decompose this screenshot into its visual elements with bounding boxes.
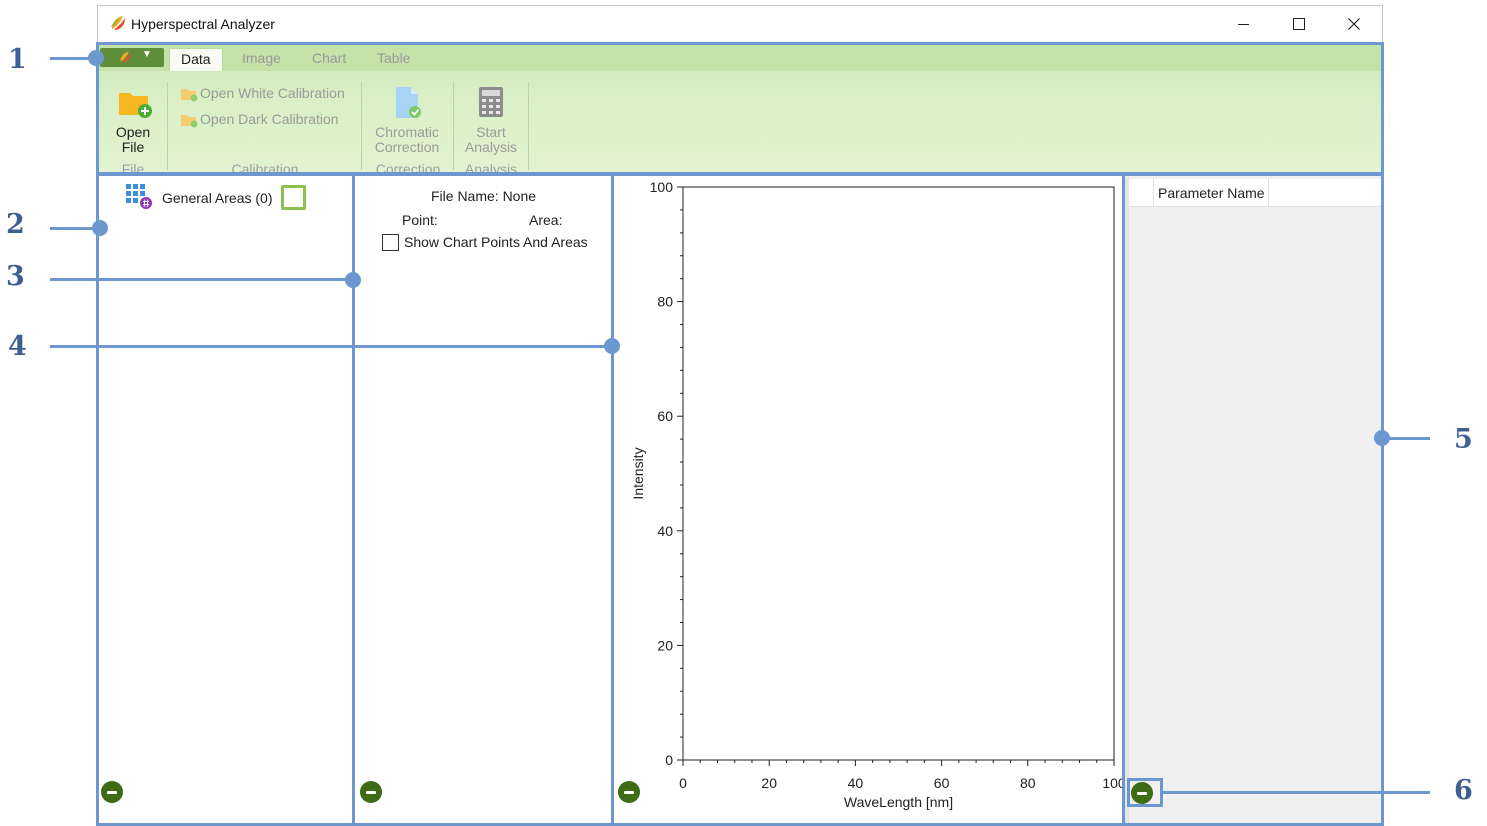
folder-small-icon (181, 115, 198, 128)
start-analysis-button[interactable]: Start Analysis (460, 82, 522, 156)
tab-data[interactable]: Data (169, 48, 223, 71)
chromatic-correction-label: Chromatic Correction (374, 124, 440, 155)
column-header-parameter-name[interactable]: Parameter Name (1154, 179, 1269, 206)
y-tick-label: 80 (657, 294, 673, 310)
y-tick-label: 100 (650, 179, 674, 195)
ribbon-separator (361, 82, 362, 170)
app-menu-button[interactable]: ▼ (100, 48, 164, 67)
x-tick-label: 0 (679, 775, 687, 791)
callout-number-6: 6 (1454, 775, 1473, 806)
callout-number-1: 1 (8, 44, 27, 75)
x-tick-label: 40 (848, 775, 864, 791)
areas-panel: General Areas (0) (98, 175, 353, 825)
x-tick-label: 60 (934, 775, 950, 791)
info-panel: File Name: None Point: Area: Show Chart … (355, 175, 611, 825)
chart-panel: 0 20 40 60 80 100 0 20 40 60 80 100 WaveLength [nm] I… (613, 175, 1122, 825)
app-logo-icon (111, 16, 125, 30)
callout-number-2: 2 (6, 209, 25, 240)
window-title: Hyperspectral Analyzer (131, 16, 275, 32)
close-icon (1348, 18, 1360, 30)
callout-dot-1 (88, 50, 104, 66)
y-tick-label: 60 (657, 408, 673, 424)
plot-area (682, 186, 1115, 761)
parameter-name-header-label: Parameter Name (1158, 185, 1265, 201)
show-chart-points-checkbox[interactable] (382, 234, 399, 251)
ribbon-separator (167, 82, 168, 170)
ribbon-separator (453, 82, 454, 170)
minimize-icon (1237, 23, 1249, 25)
maximize-icon (1293, 18, 1305, 30)
general-areas-label: General Areas (0) (162, 190, 273, 206)
tab-image[interactable]: Image (242, 50, 281, 66)
callout-number-4: 4 (8, 331, 27, 362)
x-tick-label: 100 (1102, 775, 1122, 791)
open-file-label: Open File (115, 124, 151, 155)
callout-line-4 (50, 345, 613, 348)
x-tick-label: 80 (1020, 775, 1036, 791)
remove-chart-series-button[interactable] (618, 781, 640, 803)
open-white-calibration-label: Open White Calibration (200, 85, 345, 101)
x-axis-title: WaveLength [nm] (844, 794, 953, 810)
parameters-table-header: Parameter Name (1128, 179, 1381, 207)
open-dark-calibration-button[interactable]: Open Dark Calibration (180, 110, 352, 130)
table-left-gutter (1125, 177, 1129, 825)
app-menu-logo-icon (120, 51, 131, 63)
open-file-button[interactable]: Open File (110, 82, 156, 156)
callout-dot-5 (1374, 430, 1390, 446)
tab-table[interactable]: Table (377, 50, 410, 66)
point-label: Point: (402, 212, 438, 228)
ribbon-tab-strip: ▼ Data Image Chart Table (98, 44, 1382, 71)
callout-dot-2 (92, 220, 108, 236)
folder-small-icon (181, 89, 198, 102)
callout-dot-3 (345, 272, 361, 288)
callout-line-3 (50, 278, 353, 281)
remove-point-button[interactable] (360, 781, 382, 803)
remove-area-button[interactable] (101, 781, 123, 803)
callout-number-5: 5 (1454, 424, 1473, 455)
spectrum-chart[interactable]: 0 20 40 60 80 100 0 20 40 60 80 100 WaveLength [nm] I… (613, 175, 1122, 825)
start-analysis-label: Start Analysis (464, 124, 518, 155)
callout-number-3: 3 (6, 261, 25, 292)
remove-parameter-button[interactable] (1131, 782, 1153, 804)
close-button[interactable] (1331, 6, 1377, 42)
ribbon: ▼ Data Image Chart Table Open File File … (98, 44, 1382, 177)
tab-chart[interactable]: Chart (312, 50, 346, 66)
y-axis-title: Intensity (630, 447, 646, 499)
callout-line-6 (1162, 791, 1430, 794)
chevron-down-icon: ▼ (142, 49, 152, 60)
maximize-button[interactable] (1276, 6, 1322, 42)
row-header-corner (1128, 179, 1154, 206)
open-white-calibration-button[interactable]: Open White Calibration (180, 84, 352, 104)
callout-dot-4 (604, 338, 620, 354)
area-color-swatch[interactable] (281, 185, 306, 210)
document-check-icon (396, 87, 421, 118)
callout-line-5 (1383, 437, 1430, 440)
title-bar: Hyperspectral Analyzer (98, 6, 1382, 42)
file-name-label: File Name: None (431, 188, 537, 204)
ribbon-separator (528, 82, 529, 170)
show-chart-points-label: Show Chart Points And Areas (404, 234, 588, 250)
calculator-icon (479, 87, 503, 117)
x-tick-label: 20 (761, 775, 777, 791)
minimize-button[interactable] (1220, 6, 1266, 42)
y-tick-label: 40 (657, 523, 673, 539)
folder-add-icon (119, 93, 152, 118)
y-tick-label: 0 (665, 752, 673, 768)
parameters-panel: Parameter Name (1124, 175, 1381, 825)
open-dark-calibration-label: Open Dark Calibration (200, 111, 339, 127)
y-tick-label: 20 (657, 637, 673, 653)
area-label: Area: (529, 212, 563, 228)
grid-areas-icon (126, 184, 152, 209)
chromatic-correction-button[interactable]: Chromatic Correction (370, 82, 444, 156)
